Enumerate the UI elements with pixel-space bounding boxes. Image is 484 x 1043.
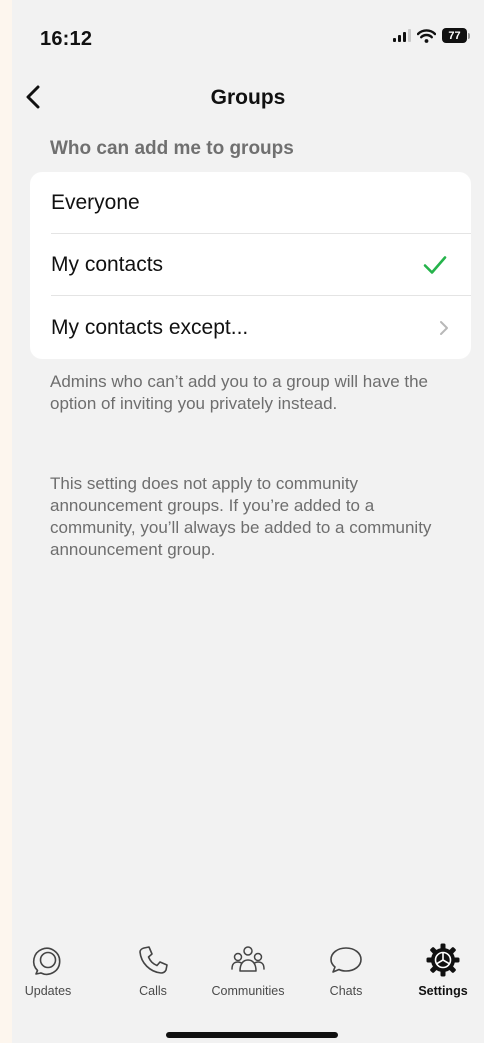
option-everyone[interactable]: Everyone [30,172,471,234]
updates-icon [32,947,61,976]
status-bar: 16:12 77 [12,0,484,78]
tab-chats[interactable]: Chats [301,942,391,998]
tab-updates[interactable]: Updates [12,942,93,998]
tab-calls[interactable]: Calls [108,942,198,998]
option-label: Everyone [51,191,140,214]
section-footer-note: Admins who can’t add you to a group will… [50,372,429,413]
tab-label: Communities [211,984,285,998]
tab-label: Calls [139,984,167,998]
gear-icon [426,943,460,977]
chats-icon [330,947,362,973]
battery-level: 77 [442,28,467,43]
options-list: Everyone My contacts My contacts except.… [30,172,471,359]
status-icons: 77 [393,28,470,43]
option-my-contacts[interactable]: My contacts [30,234,471,296]
tab-label: Updates [24,984,72,998]
tab-bar: Updates Calls Communities Chats Settings [12,942,484,1012]
option-label: My contacts [51,253,164,276]
tab-label: Chats [329,984,363,998]
screen: 16:12 77 Groups Who can add me to groups… [12,0,484,1043]
tab-settings[interactable]: Settings [398,942,484,998]
battery-indicator: 77 [442,28,470,43]
community-note: This setting does not apply to community… [50,474,432,559]
option-label: My contacts except... [51,315,249,339]
phone-icon [139,946,168,974]
page-title: Groups [210,86,286,109]
home-indicator [166,1032,338,1038]
wifi-icon [417,28,436,43]
tab-communities[interactable]: Communities [203,942,293,998]
navigation-bar: Groups [12,78,484,118]
cellular-signal-icon [393,29,411,42]
checkmark-icon [423,256,447,274]
chevron-right-icon [440,320,448,335]
status-time: 16:12 [40,28,93,50]
section-header: Who can add me to groups [50,138,294,159]
tab-label: Settings [418,984,468,998]
communities-icon [231,946,265,972]
battery-nub [468,32,470,39]
option-my-contacts-except[interactable]: My contacts except... [30,296,471,359]
